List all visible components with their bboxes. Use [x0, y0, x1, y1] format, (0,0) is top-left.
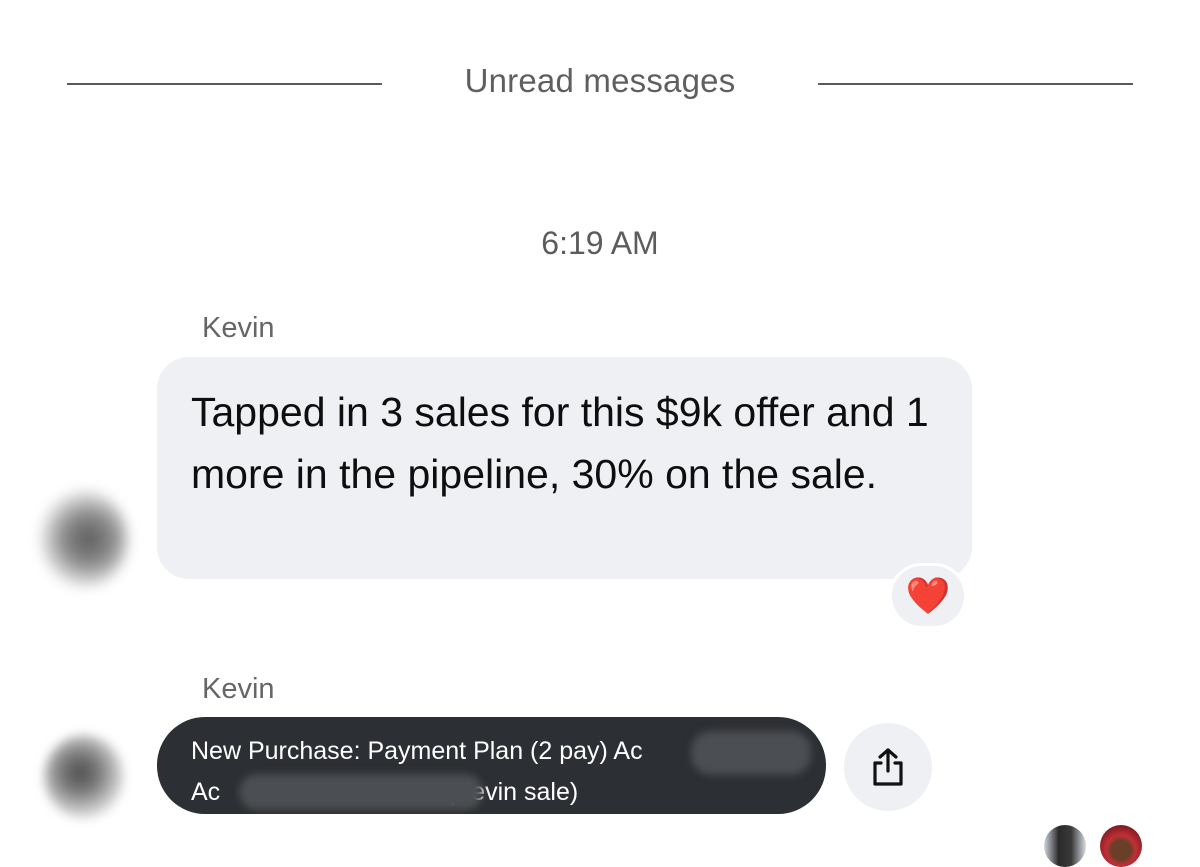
divider-line-left	[67, 83, 382, 85]
message-text: Tapped in 3 sales for this $9k offer and…	[191, 389, 929, 497]
card-line-1: New Purchase: Payment Plan (2 pay) Ac	[191, 731, 811, 775]
heart-icon: ❤️	[905, 575, 951, 616]
seen-by-avatar[interactable]	[1044, 825, 1086, 867]
unread-divider-label: Unread messages	[464, 62, 736, 99]
avatar[interactable]	[44, 735, 124, 819]
sender-name: Kevin	[202, 312, 275, 344]
card-line-1-text: New Purchase: Payment Plan (2 pay) Ac	[191, 737, 643, 765]
divider-line-right	[818, 83, 1133, 85]
seen-by-avatar[interactable]	[1100, 825, 1142, 867]
share-icon	[873, 748, 903, 786]
sender-name: Kevin	[202, 673, 275, 705]
redacted-text	[239, 774, 483, 810]
redacted-text	[691, 731, 811, 775]
shared-purchase-card[interactable]: New Purchase: Payment Plan (2 pay) Ac Ac…	[157, 717, 826, 814]
avatar[interactable]	[40, 490, 128, 588]
heart-reaction[interactable]: ❤️	[889, 563, 967, 629]
share-button[interactable]	[844, 723, 932, 811]
card-line-2: Ac (Kevin sale)	[191, 772, 792, 813]
message-timestamp: 6:19 AM	[541, 225, 659, 261]
card-line-2-start: Ac	[191, 778, 221, 806]
message-bubble[interactable]: Tapped in 3 sales for this $9k offer and…	[157, 357, 972, 579]
